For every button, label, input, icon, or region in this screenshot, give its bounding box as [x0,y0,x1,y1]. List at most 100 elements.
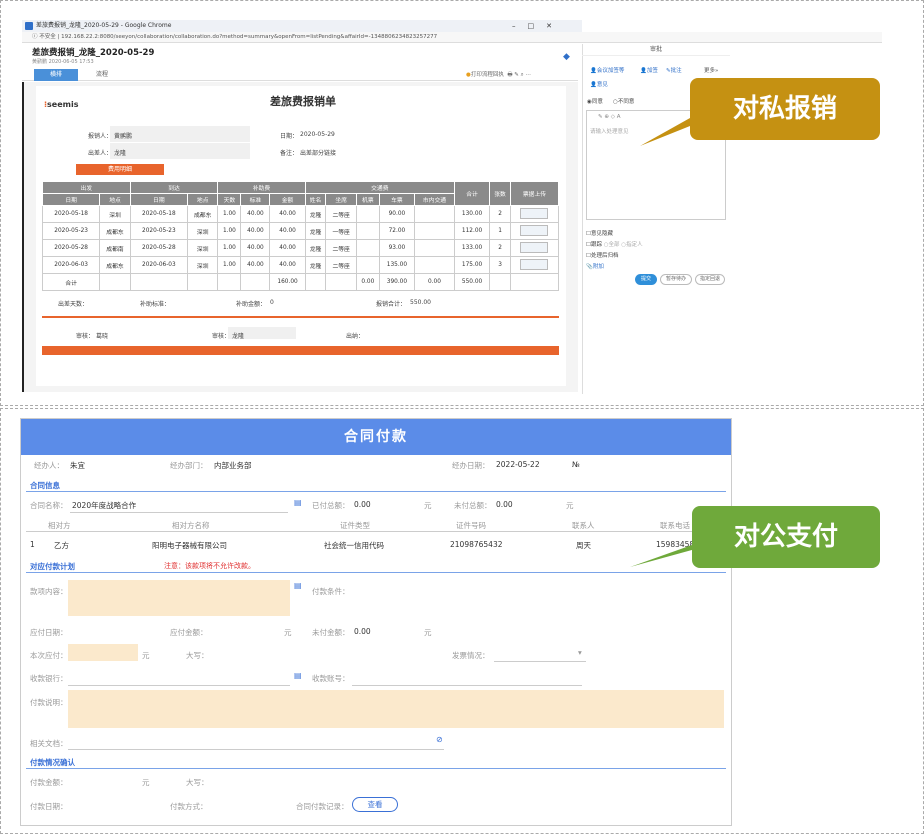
standard-label: 补助标准： [140,301,171,308]
option-countersign[interactable]: 👤会议加签等 [590,66,624,74]
receipt-upload-cell[interactable] [509,205,560,223]
related-doc-field[interactable] [68,749,444,750]
pin-icon[interactable]: ◆ [563,52,570,62]
date-value: 2022-05-22 [496,460,540,469]
table-cell[interactable]: 1.00 [217,256,242,274]
opinion-toolbar-icons[interactable]: ✎ ⊕ ◇ A [598,114,620,120]
option-more[interactable]: 更多» [704,66,718,74]
opinion-tab[interactable]: 👤意见 [590,80,608,88]
table-cell: 2020-06-03 [41,256,101,274]
dropdown-arrow-icon[interactable]: ▾ [578,648,582,657]
unpaid2-label: 未付金额： [312,628,350,637]
receipt-upload-cell[interactable] [509,239,560,257]
table-cell: 3 [489,256,511,274]
account-label: 收款账号： [312,674,350,683]
option-note[interactable]: ✎批注 [666,66,682,74]
track-checkbox[interactable]: ☐跟踪 ○全部 ○指定人 [586,240,643,248]
table-cell[interactable]: 40.00 [269,239,306,257]
table-cell: 130.00 [453,205,491,223]
section-contract: 合同信息 [30,481,60,490]
table-cell[interactable]: 40.00 [269,222,306,240]
hold-button[interactable]: 暂存待办 [660,274,692,285]
col-contact: 联系人 [572,521,595,530]
contract-name-value[interactable]: 2020年度战略合作 [72,500,136,511]
print-receipt-button[interactable]: ●打印流程回执 🖶 ✎ ⌕ ⋯ [466,70,531,80]
view-records-button[interactable]: 查看 [352,797,398,812]
dept-label: 经办部门： [170,461,208,470]
table-cell[interactable]: 1.00 [217,239,242,257]
table-cell: 深圳 [187,239,219,257]
bank-field[interactable] [68,685,290,686]
tab-flow[interactable]: 流程 [80,69,124,81]
table-cell [355,222,380,240]
reimburser-value: 黄鹂鹏 [114,133,133,140]
form-footer-bar [42,346,559,355]
pay-date-label: 付款日期： [30,802,68,811]
address-bar[interactable]: ⓘ 不安全 | 192.168.22.2:8080/seeyon/collabo… [22,32,882,43]
days-label: 出差天数： [58,301,89,308]
image-thumbnail-icon[interactable] [520,258,549,270]
table-cell[interactable]: 40.00 [240,222,271,240]
select-contract-icon[interactable]: ▤ [294,498,302,507]
invoice-select[interactable] [494,661,586,662]
table-cell: 1 [489,222,511,240]
hide-opinion-checkbox[interactable]: ☐意见隐藏 [586,229,613,237]
number-label: № [572,460,580,469]
table-cell[interactable]: 40.00 [269,256,306,274]
tab-main[interactable]: 横排 [34,69,78,81]
content-field[interactable] [68,580,290,616]
table-cell [414,239,455,257]
table-cell: 龙隆 [304,239,327,257]
sum-city: 0.00 [414,273,455,291]
select-plan-icon[interactable]: ▤ [294,581,302,590]
receipt-upload-cell[interactable] [509,222,560,240]
table-cell: 112.00 [453,222,491,240]
attach-link[interactable]: 📎附加 [586,262,604,270]
image-thumbnail-icon[interactable] [520,224,549,236]
col-header: 坐席 [325,193,357,206]
section-line [26,572,726,573]
yuan-unit: 元 [142,778,150,787]
this-pay-field[interactable] [68,644,138,661]
allowance-value: 0 [270,299,274,306]
col-header: 日期 [129,193,189,206]
table-cell[interactable]: 1.00 [217,205,242,223]
disagree-radio[interactable]: ○不同意 [613,97,634,105]
col-header: 市内交通 [414,193,455,206]
image-thumbnail-icon[interactable] [520,207,549,219]
option-addsign[interactable]: 👤加签 [640,66,658,74]
attachment-icon[interactable]: ⊘ [436,735,443,744]
account-field[interactable] [352,685,582,686]
rollback-button[interactable]: 指定回退 [695,274,725,285]
sum-label: 合计 [41,273,101,291]
table-cell [414,256,455,274]
table-cell[interactable]: 1.00 [217,222,242,240]
image-thumbnail-icon[interactable] [520,241,549,253]
archive-checkbox[interactable]: ☐处理后归档 [586,251,618,259]
table-cell: 72.00 [378,222,416,240]
table-cell[interactable]: 40.00 [240,256,271,274]
document-meta: 黄鹂鹏 2020-06-05 17:53 [32,59,94,65]
desc-field[interactable] [68,690,724,728]
sum-train: 390.00 [378,273,416,291]
traveler-field[interactable] [110,143,250,159]
submit-button[interactable]: 提交 [635,274,657,285]
date-value: 2020-05-29 [300,131,335,138]
app-logo-icon [25,22,33,30]
section-plan: 对应付款计划 [30,562,75,571]
table-cell[interactable]: 40.00 [269,205,306,223]
col-header: 标准 [240,193,271,206]
approve-label: 审核： [76,333,95,340]
document-title: 差旅费报销_龙隆_2020-05-29 [32,48,155,58]
table-cell[interactable]: 40.00 [240,205,271,223]
table-cell[interactable]: 40.00 [240,239,271,257]
select-bank-icon[interactable]: ▤ [294,671,302,680]
handler-label: 经办人： [34,461,64,470]
contract-name-label: 合同名称： [30,501,68,510]
col-phone: 联系电话 [660,521,690,530]
callout-public: 对公支付 [692,506,880,568]
receipt-upload-cell[interactable] [509,256,560,274]
agree-radio[interactable]: ◉同意 [587,97,603,105]
handler-value: 朱宜 [70,461,85,470]
window-controls[interactable]: –□✕ [512,20,564,32]
